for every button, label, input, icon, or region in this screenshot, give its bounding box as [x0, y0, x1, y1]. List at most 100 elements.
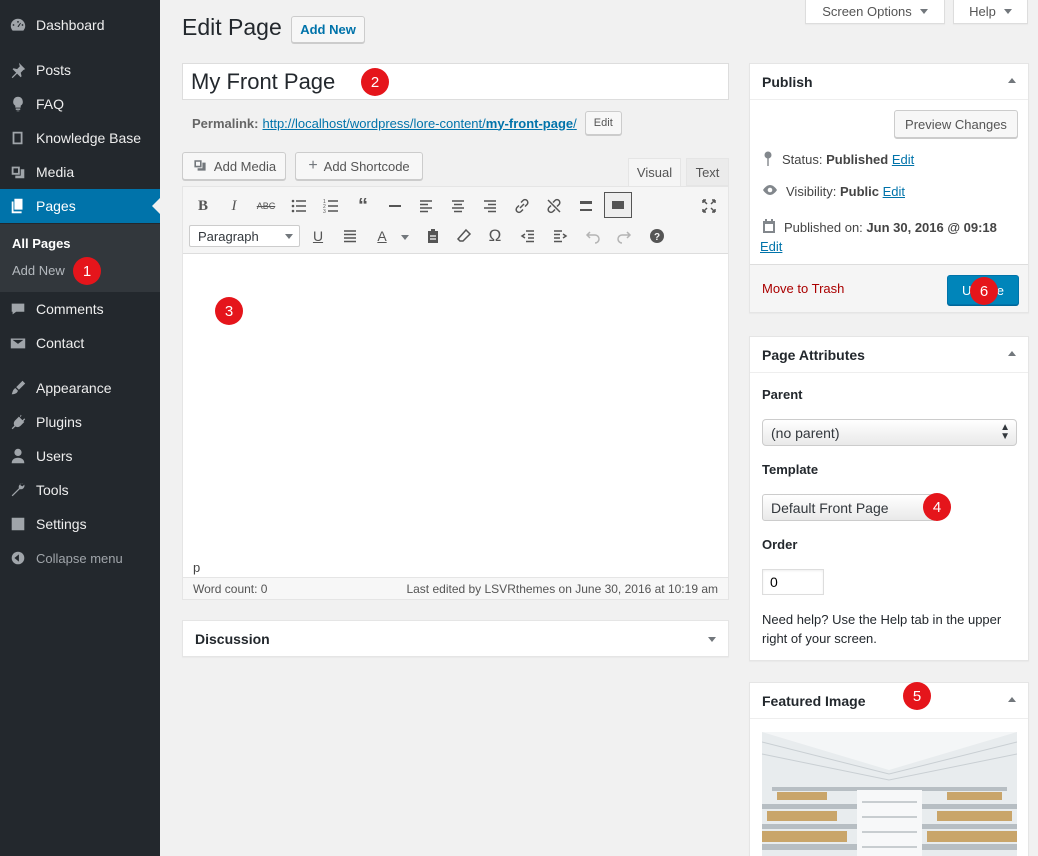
menu-label: Comments — [36, 301, 104, 317]
align-left-icon[interactable] — [414, 194, 438, 218]
book-icon — [0, 129, 36, 147]
underline-icon[interactable]: U — [306, 224, 330, 248]
format-select[interactable]: Paragraph — [189, 225, 300, 247]
plug-icon — [0, 413, 36, 431]
toggle-arrow-icon[interactable] — [1008, 697, 1016, 702]
numbered-list-icon[interactable]: 123 — [319, 194, 343, 218]
featured-image[interactable] — [762, 732, 1017, 856]
special-character-icon[interactable]: Ω — [483, 224, 507, 248]
menu-item-dashboard[interactable]: Dashboard — [0, 8, 160, 42]
featured-image-box: Featured Image — [749, 682, 1029, 856]
lightbulb-icon — [0, 95, 36, 113]
submenu-all-pages[interactable]: All Pages — [12, 236, 71, 251]
link-icon[interactable] — [510, 194, 534, 218]
align-center-icon[interactable] — [446, 194, 470, 218]
menu-item-knowledge-base[interactable]: Knowledge Base — [0, 121, 160, 155]
redo-icon[interactable] — [612, 224, 636, 248]
page-attributes-title: Page Attributes — [762, 347, 865, 363]
format-select-value: Paragraph — [198, 228, 259, 244]
editor-status-bar: Word count: 0 Last edited by LSVRthemes … — [183, 577, 728, 599]
blockquote-icon[interactable]: “ — [351, 194, 375, 218]
menu-item-settings[interactable]: Settings — [0, 507, 160, 541]
add-media-button[interactable]: Add Media — [182, 152, 286, 180]
status-edit-link[interactable]: Edit — [892, 152, 914, 167]
active-indicator — [152, 198, 160, 214]
editor-content-area[interactable] — [183, 254, 728, 554]
menu-item-posts[interactable]: Posts — [0, 53, 160, 87]
template-select[interactable]: Default Front Page — [762, 494, 937, 521]
clear-formatting-icon[interactable] — [452, 224, 476, 248]
tab-text[interactable]: Text — [686, 158, 729, 186]
menu-item-contact[interactable]: Contact — [0, 326, 160, 360]
strikethrough-icon[interactable]: ABC — [254, 194, 278, 218]
menu-label: Contact — [36, 335, 85, 351]
menu-item-tools[interactable]: Tools — [0, 473, 160, 507]
editor-toolbar: B I ABC 123 “ Paragraph U A Ω ? — [183, 187, 728, 254]
permalink-edit-button[interactable]: Edit — [584, 111, 622, 135]
permalink-row: Permalink: http://localhost/wordpress/lo… — [192, 111, 622, 135]
paste-text-icon[interactable] — [421, 224, 445, 248]
discussion-box[interactable]: Discussion — [182, 620, 729, 657]
callout-badge-3: 3 — [215, 297, 243, 325]
menu-item-users[interactable]: Users — [0, 439, 160, 473]
chevron-down-icon — [1003, 9, 1012, 14]
italic-icon[interactable]: I — [222, 194, 246, 218]
align-right-icon[interactable] — [478, 194, 502, 218]
toggle-arrow-icon[interactable] — [1008, 351, 1016, 356]
fullscreen-icon[interactable] — [697, 194, 721, 218]
help-button[interactable]: Help — [953, 0, 1028, 24]
add-shortcode-button[interactable]: + Add Shortcode — [295, 152, 423, 180]
menu-label: Settings — [36, 516, 87, 532]
add-shortcode-label: Add Shortcode — [323, 158, 410, 174]
horizontal-line-icon[interactable] — [383, 194, 407, 218]
add-new-button[interactable]: Add New — [291, 16, 365, 43]
eye-icon — [762, 184, 778, 199]
callout-badge-2: 2 — [361, 68, 389, 96]
permalink-link[interactable]: http://localhost/wordpress/lore-content/… — [262, 116, 576, 131]
featured-image-title: Featured Image — [762, 693, 866, 709]
help-text: Need help? Use the Help tab in the upper… — [762, 612, 1002, 646]
published-edit-link[interactable]: Edit — [760, 239, 782, 254]
element-path[interactable]: p — [193, 560, 200, 575]
collapse-icon — [0, 549, 36, 567]
menu-item-faq[interactable]: FAQ — [0, 87, 160, 121]
tab-visual[interactable]: Visual — [628, 158, 681, 186]
menu-item-comments[interactable]: Comments — [0, 292, 160, 326]
parent-select[interactable]: (no parent) ▲ ▼ — [762, 419, 1017, 446]
template-label: Template — [762, 462, 819, 477]
submenu-add-new[interactable]: Add New — [12, 263, 65, 278]
chevron-down-icon — [919, 9, 928, 14]
menu-item-appearance[interactable]: Appearance — [0, 371, 160, 405]
chevron-down-icon[interactable] — [401, 235, 409, 240]
order-input[interactable] — [762, 569, 824, 595]
menu-item-media[interactable]: Media — [0, 155, 160, 189]
indent-icon[interactable] — [548, 224, 572, 248]
admin-sidebar: Dashboard Posts FAQ Knowledge Base Media… — [0, 0, 160, 856]
menu-item-pages[interactable]: Pages — [0, 189, 160, 223]
read-more-icon[interactable] — [574, 194, 598, 218]
visibility-edit-link[interactable]: Edit — [883, 184, 905, 199]
menu-item-plugins[interactable]: Plugins — [0, 405, 160, 439]
permalink-label: Permalink: — [192, 115, 259, 131]
collapse-menu[interactable]: Collapse menu — [0, 541, 160, 575]
text-color-icon[interactable]: A — [370, 224, 394, 248]
toggle-arrow-icon[interactable] — [1008, 78, 1016, 83]
editor: B I ABC 123 “ Paragraph U A Ω ? p Word c… — [182, 186, 729, 600]
toggle-arrow-icon[interactable] — [708, 637, 716, 642]
menu-label: Tools — [36, 482, 69, 498]
toolbar-toggle-icon[interactable] — [604, 192, 632, 218]
undo-icon[interactable] — [581, 224, 605, 248]
screen-options-button[interactable]: Screen Options — [805, 0, 945, 24]
help-icon[interactable]: ? — [645, 224, 669, 248]
menu-label: Appearance — [36, 380, 112, 396]
help-label: Help — [969, 4, 996, 19]
visibility-row: Visibility: Public Edit — [762, 184, 905, 199]
title-input[interactable] — [182, 63, 729, 100]
outdent-icon[interactable] — [516, 224, 540, 248]
justify-icon[interactable] — [338, 224, 362, 248]
unlink-icon[interactable] — [542, 194, 566, 218]
bold-icon[interactable]: B — [191, 194, 215, 218]
move-to-trash-link[interactable]: Move to Trash — [762, 281, 844, 296]
bullet-list-icon[interactable] — [287, 194, 311, 218]
preview-changes-button[interactable]: Preview Changes — [894, 110, 1018, 138]
